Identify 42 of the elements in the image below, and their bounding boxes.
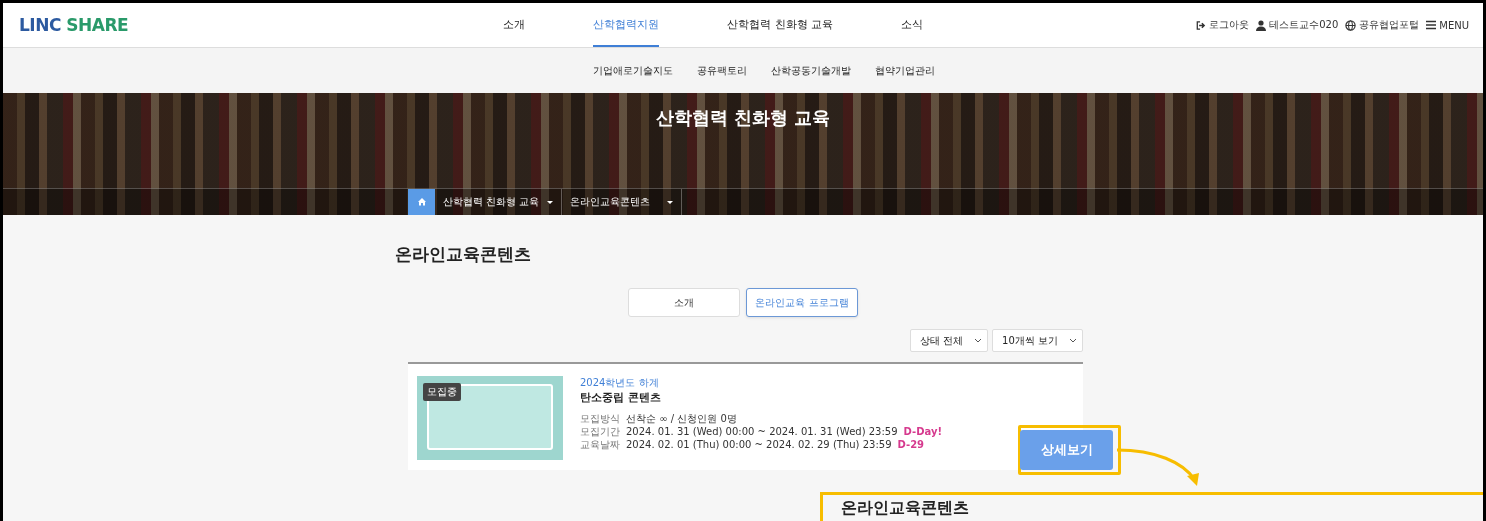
nav-menu-item[interactable]: 산학협력 친화형 교육 (727, 3, 834, 47)
sub-menu-link[interactable]: 공유팩토리 (697, 63, 747, 78)
detail-label: 모집방식 (580, 412, 620, 425)
globe-icon (1345, 19, 1357, 31)
banner-title: 산학협력 친화형 교육 (654, 106, 832, 130)
callout-title: 온라인교육콘텐츠 (841, 498, 969, 517)
user-icon (1256, 19, 1267, 31)
header-link[interactable]: 테스트교수020 (1256, 18, 1339, 32)
program-title[interactable]: 탄소중립 콘텐츠 (580, 391, 942, 405)
status-badge: 모집중 (423, 383, 461, 401)
nav-menu-item[interactable]: 소개 (503, 3, 526, 47)
nav-menu-item[interactable]: 소식 (901, 3, 924, 47)
dropdown-select[interactable]: 10개씩 보기 (992, 329, 1083, 352)
term-label: 2024학년도 하계 (580, 376, 660, 390)
tab[interactable]: 온라인교육 프로그램 (746, 288, 858, 317)
home-button[interactable] (408, 189, 435, 215)
chevron-down-icon (975, 338, 982, 343)
header-link[interactable]: 공유협업포털 (1345, 18, 1420, 32)
menu-button[interactable]: MENU (1426, 18, 1469, 32)
sub-menu-link[interactable]: 기업애로기술지도 (593, 63, 673, 78)
tab[interactable]: 소개 (628, 288, 740, 317)
home-icon (417, 198, 426, 206)
chevron-down-icon (1070, 338, 1076, 343)
site-logo[interactable]: LINC SHARE (19, 15, 129, 35)
sub-menu-link[interactable]: 협약기업관리 (875, 63, 935, 78)
breadcrumb-dropdown[interactable]: 온라인교육콘텐츠 (562, 189, 683, 215)
detail-value: 선착순 ∞ / 신청인원 0명 (626, 412, 737, 425)
detail-value: 2024. 01. 31 (Wed) 00:00 ~ 2024. 01. 31 (Wed) 23:59 (626, 425, 898, 438)
menu-icon (1426, 20, 1437, 30)
sub-menu-link[interactable]: 산학공동기술개발 (771, 63, 851, 78)
caret-icon (667, 200, 674, 204)
caret-icon (547, 200, 554, 204)
d-day-label: D-Day! (903, 425, 942, 438)
dropdown-select[interactable]: 상태 전체 (909, 329, 989, 352)
page-title: 온라인교육콘텐츠 (395, 243, 532, 266)
breadcrumb-dropdown[interactable]: 산학협력 친화형 교육 (435, 189, 563, 215)
d-day-label: D-29 (897, 438, 925, 451)
detail-value: 2024. 02. 01 (Thu) 00:00 ~ 2024. 02. 29 (Thu) 23:59 (626, 438, 892, 451)
header-link[interactable]: 로그아웃 (1195, 18, 1250, 32)
detail-label: 교육날짜 (580, 438, 620, 451)
detail-label: 모집기간 (580, 425, 620, 438)
logout-icon (1195, 19, 1207, 31)
